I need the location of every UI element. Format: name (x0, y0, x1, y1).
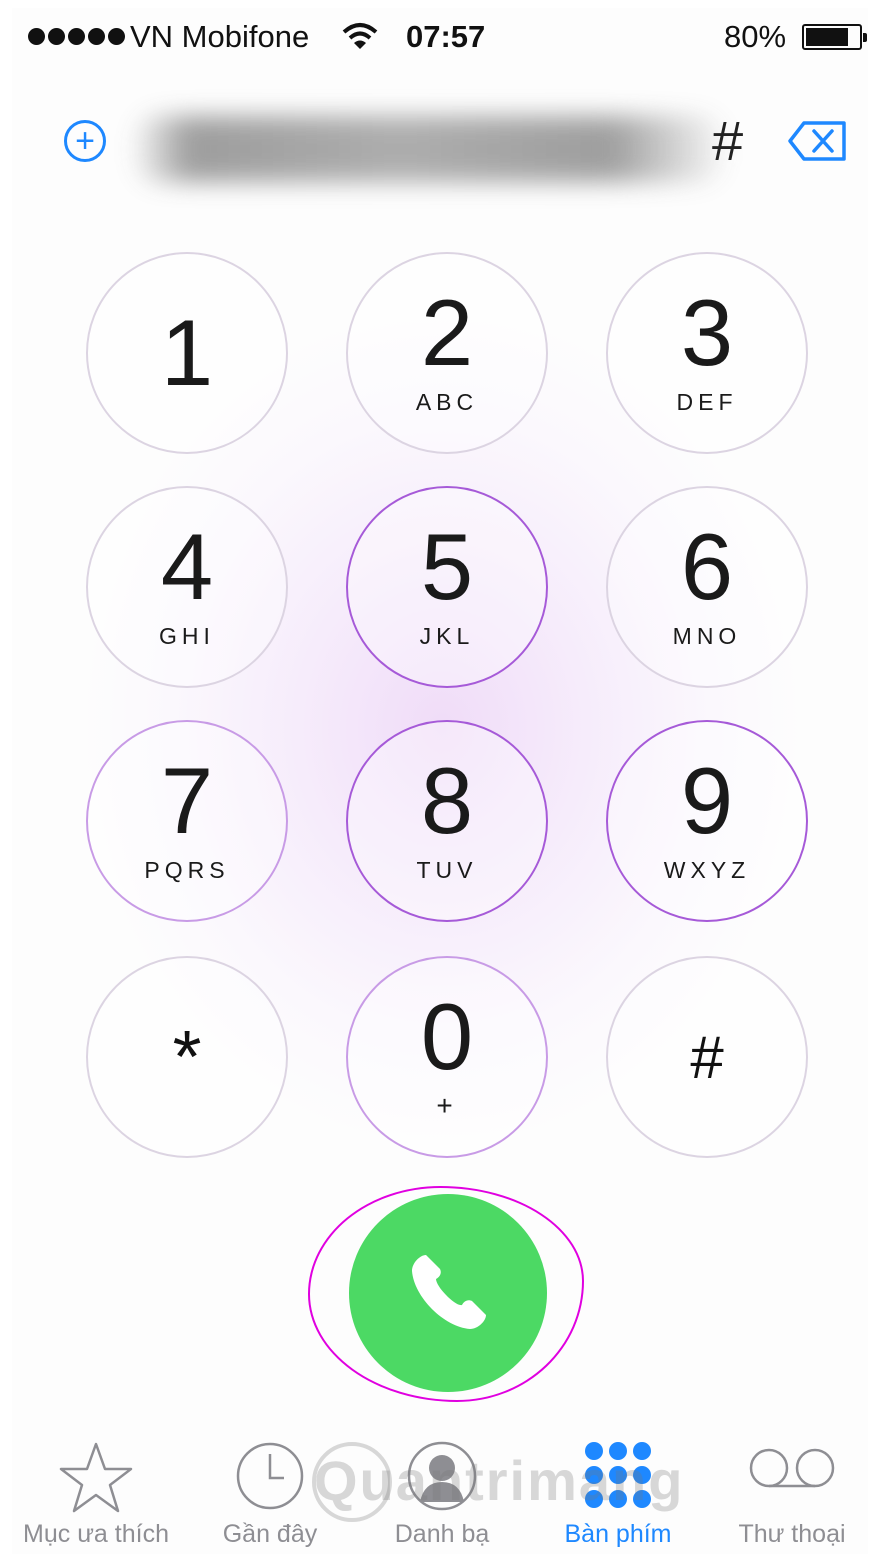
key-digit: 3 (680, 280, 734, 385)
battery-percentage: 80% (724, 19, 787, 54)
clock-time: 07:57 (406, 19, 486, 54)
tab-label: Thư thoại (738, 1520, 846, 1548)
key-0[interactable]: 0 + (346, 956, 548, 1158)
key-digit: 1 (160, 300, 214, 405)
key-digit: * (172, 1015, 202, 1098)
tab-label: Gần đây (222, 1520, 318, 1548)
plus-circle-icon: + (75, 122, 95, 160)
key-letters: MNO (672, 623, 742, 649)
dialed-number-obscured (130, 116, 730, 182)
key-digit: 4 (160, 514, 214, 619)
key-letters: PQRS (144, 857, 230, 883)
add-contact-button[interactable]: + (64, 120, 106, 162)
key-5[interactable]: 5 JKL (346, 486, 548, 688)
signal-strength-icon (28, 28, 125, 45)
key-letters: + (436, 1090, 458, 1121)
dialed-number: # (712, 109, 744, 172)
key-letters: WXYZ (663, 857, 751, 883)
status-bar: VN Mobifone 07:57 80% (12, 8, 868, 66)
key-hash[interactable]: # (606, 956, 808, 1158)
clock-icon (236, 1442, 304, 1510)
key-digit: # (690, 1024, 724, 1091)
tab-voicemail[interactable]: Thư thoại (706, 1428, 868, 1554)
key-8[interactable]: 8 TUV (346, 720, 548, 922)
key-digit: 2 (420, 280, 474, 385)
watermark: Quantrimang (314, 1449, 685, 1512)
key-digit: 7 (160, 748, 214, 853)
tab-label: Bàn phím (564, 1520, 672, 1548)
backspace-icon[interactable] (788, 120, 848, 162)
key-6[interactable]: 6 MNO (606, 486, 808, 688)
key-letters: GHI (159, 623, 215, 649)
star-icon (59, 1442, 133, 1513)
phone-icon (412, 1255, 486, 1329)
battery-icon (802, 24, 867, 50)
key-1[interactable]: 1 (86, 252, 288, 454)
key-9[interactable]: 9 WXYZ (606, 720, 808, 922)
key-digit: 5 (420, 514, 474, 619)
key-digit: 0 (420, 984, 474, 1089)
key-letters: JKL (419, 623, 475, 649)
key-2[interactable]: 2 ABC (346, 252, 548, 454)
voicemail-icon (749, 1448, 835, 1488)
key-letters: ABC (415, 389, 479, 415)
key-digit: 8 (420, 748, 474, 853)
tab-label: Danh bạ (394, 1520, 490, 1548)
call-button[interactable] (349, 1194, 547, 1392)
key-star[interactable]: * (86, 956, 288, 1158)
key-3[interactable]: 3 DEF (606, 252, 808, 454)
carrier-name: VN Mobifone (130, 19, 310, 54)
key-digit: 6 (680, 514, 734, 619)
tab-favorites[interactable]: Mục ưa thích (12, 1428, 182, 1554)
tab-label: Mục ưa thích (23, 1520, 169, 1548)
phone-dialer-screen: VN Mobifone 07:57 80% + # 1 2 ABC 3 DEF … (12, 8, 868, 1554)
wifi-icon (342, 23, 378, 49)
key-4[interactable]: 4 GHI (86, 486, 288, 688)
key-letters: TUV (416, 857, 478, 883)
key-letters: DEF (676, 389, 738, 415)
key-digit: 9 (680, 748, 734, 853)
key-7[interactable]: 7 PQRS (86, 720, 288, 922)
